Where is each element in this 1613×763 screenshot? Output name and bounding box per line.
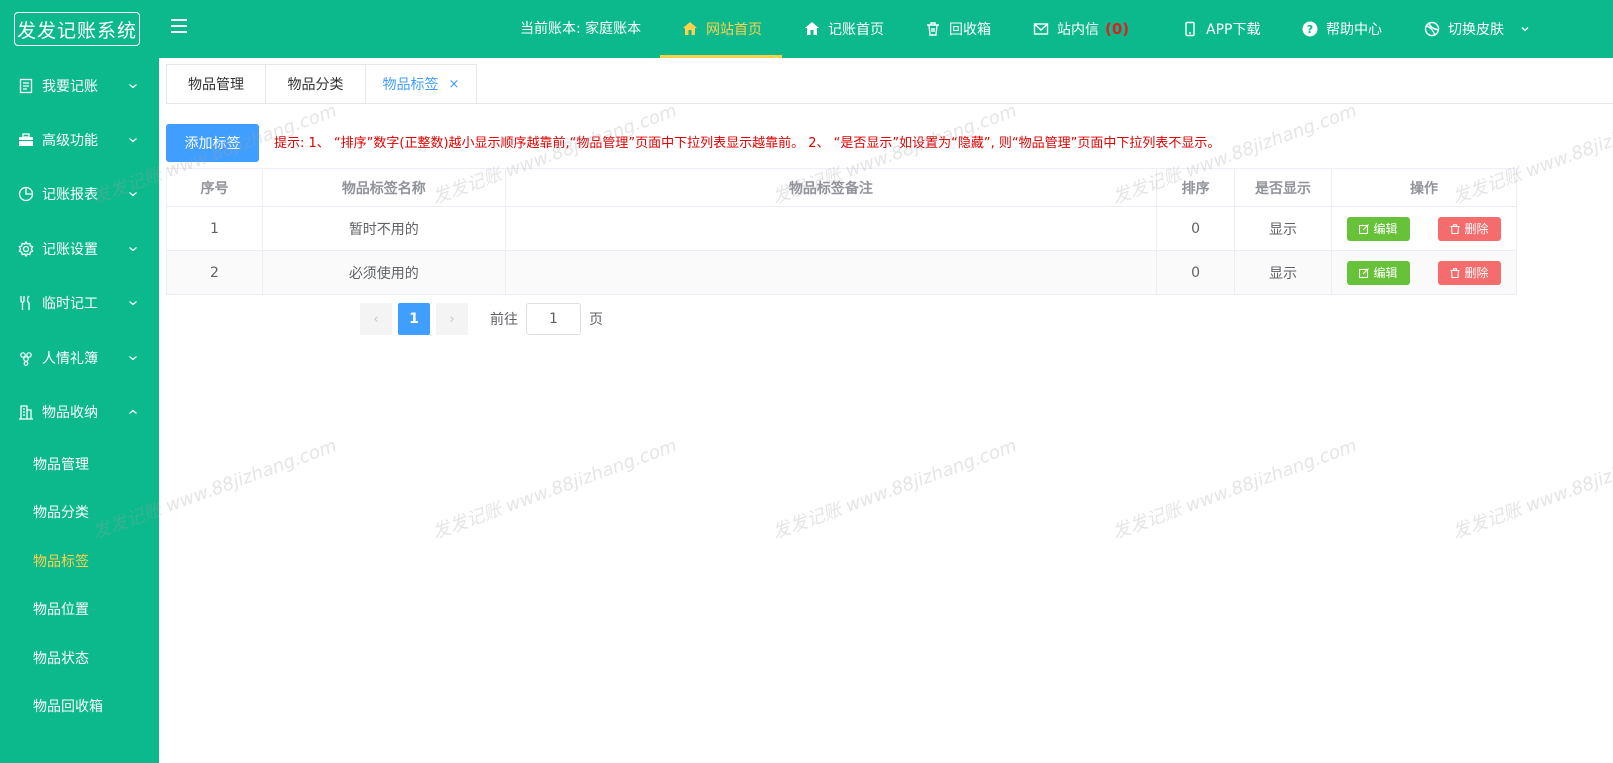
col-header-ops: 操作 <box>1330 168 1518 207</box>
edit-icon <box>1359 267 1370 278</box>
home-icon <box>804 21 820 37</box>
cell-name: 必须使用的 <box>261 250 506 295</box>
delete-button[interactable]: 删除 <box>1438 216 1501 241</box>
svg-text:?: ? <box>1307 23 1313 36</box>
tab-bar: 物品管理 物品分类 物品标签 × <box>166 64 477 104</box>
tab-divider <box>166 103 1613 104</box>
chevron-down-icon <box>128 189 138 199</box>
app-logo[interactable]: 发发记账系统 <box>14 12 140 46</box>
cell-name: 暂时不用的 <box>261 206 506 251</box>
chevron-down-icon <box>1520 24 1530 34</box>
cell-show: 显示 <box>1234 206 1332 251</box>
cell-no: 1 <box>166 206 263 251</box>
tag-table: 序号 物品标签名称 物品标签备注 排序 是否显示 操作 1 暂时不用的 0 显示… <box>166 168 1518 295</box>
edit-icon <box>1359 223 1370 234</box>
col-header-name: 物品标签名称 <box>261 168 506 207</box>
nav-site-home[interactable]: 网站首页 <box>660 0 782 58</box>
tab-item-category[interactable]: 物品分类 <box>265 64 365 104</box>
close-icon[interactable]: × <box>449 77 460 92</box>
watermark: 发发记账 www.88jizhang.com <box>1109 435 1360 544</box>
sidebar-item-item-location[interactable]: 物品位置 <box>0 589 159 629</box>
cell-show: 显示 <box>1234 250 1332 295</box>
palette-icon <box>1424 21 1440 37</box>
delete-button[interactable]: 删除 <box>1438 260 1501 285</box>
watermark: 发发记账 www.88jizhang.com <box>1449 435 1613 544</box>
fork-knife-icon <box>18 295 34 311</box>
nav-app-download[interactable]: APP下载 <box>1182 0 1260 58</box>
gear-icon <box>18 241 34 257</box>
table-row: 1 暂时不用的 0 显示 编辑 删除 <box>166 206 1518 251</box>
phone-icon <box>1182 21 1198 37</box>
edit-button[interactable]: 编辑 <box>1346 260 1410 285</box>
edit-button[interactable]: 编辑 <box>1346 216 1410 241</box>
sidebar-menu-storage[interactable]: 物品收纳 <box>0 392 159 432</box>
sidebar-item-item-category[interactable]: 物品分类 <box>0 492 159 532</box>
sidebar-menu-temp-work[interactable]: 临时记工 <box>0 283 159 323</box>
trash-icon <box>1450 267 1460 278</box>
sidebar-menu-report[interactable]: 记账报表 <box>0 174 159 214</box>
chevron-up-icon <box>128 407 138 417</box>
sidebar-menu-gift-book[interactable]: 人情礼簿 <box>0 338 159 378</box>
mail-icon <box>1033 21 1049 37</box>
sidebar-item-item-manage[interactable]: 物品管理 <box>0 444 159 484</box>
chevron-down-icon <box>128 298 138 308</box>
nav-help-center[interactable]: ? 帮助中心 <box>1302 0 1382 58</box>
trash-icon <box>1450 223 1460 234</box>
table-header-row: 序号 物品标签名称 物品标签备注 排序 是否显示 操作 <box>166 168 1518 207</box>
cell-ops: 编辑 删除 <box>1330 250 1518 295</box>
chevron-down-icon <box>128 353 138 363</box>
cell-note <box>504 250 1158 295</box>
tab-item-tag[interactable]: 物品标签 × <box>365 64 477 104</box>
trash-icon <box>925 21 941 37</box>
pagination: ‹ 1 › 前往 1 页 <box>360 303 603 335</box>
sidebar: 我要记账 高级功能 记账报表 记账设置 临时记工 人情礼簿 物品收纳 物品管理 … <box>0 58 159 763</box>
menu-toggle-icon[interactable] <box>171 19 187 33</box>
hint-text: 提示: 1、 “排序”数字(正整数)越小显示顺序越靠前,“物品管理”页面中下拉列… <box>274 136 1221 151</box>
top-header: 发发记账系统 当前账本: 家庭账本 网站首页 记账首页 回收箱 站内信 (0) … <box>0 0 1613 58</box>
goto-label: 前往 <box>490 312 518 328</box>
table-row: 2 必须使用的 0 显示 编辑 删除 <box>166 250 1518 295</box>
nav-messages[interactable]: 站内信 (0) <box>1033 0 1129 58</box>
chevron-down-icon <box>128 135 138 145</box>
current-account: 当前账本: 家庭账本 <box>520 21 642 37</box>
sidebar-item-item-tag[interactable]: 物品标签 <box>0 541 159 581</box>
cell-note <box>504 206 1158 251</box>
cell-no: 2 <box>166 250 263 295</box>
pie-chart-icon <box>18 186 34 202</box>
page-number-current[interactable]: 1 <box>398 303 430 335</box>
sidebar-item-item-status[interactable]: 物品状态 <box>0 638 159 678</box>
watermark: 发发记账 www.88jizhang.com <box>429 435 680 544</box>
watermark: 发发记账 www.88jizhang.com <box>769 435 1020 544</box>
col-header-no: 序号 <box>166 168 263 207</box>
cell-sort: 0 <box>1156 250 1236 295</box>
add-tag-button[interactable]: 添加标签 <box>166 124 259 162</box>
col-header-sort: 排序 <box>1156 168 1236 207</box>
sidebar-menu-record[interactable]: 我要记账 <box>0 66 159 106</box>
prev-page-button[interactable]: ‹ <box>360 303 392 335</box>
page-unit-label: 页 <box>589 312 603 328</box>
grapes-icon <box>18 350 34 366</box>
cell-ops: 编辑 删除 <box>1330 206 1518 251</box>
nav-switch-skin[interactable]: 切换皮肤 <box>1424 0 1530 58</box>
goto-page-input[interactable]: 1 <box>526 303 581 335</box>
message-count-badge: (0) <box>1105 20 1130 38</box>
home-icon <box>682 21 698 37</box>
next-page-button[interactable]: › <box>436 303 468 335</box>
nav-recycle-bin[interactable]: 回收箱 <box>925 0 991 58</box>
document-icon <box>18 78 34 94</box>
help-icon: ? <box>1302 21 1318 37</box>
building-icon <box>18 404 34 420</box>
sidebar-item-item-recycle[interactable]: 物品回收箱 <box>0 686 159 726</box>
col-header-note: 物品标签备注 <box>504 168 1158 207</box>
briefcase-icon <box>18 132 34 148</box>
chevron-down-icon <box>128 244 138 254</box>
cell-sort: 0 <box>1156 206 1236 251</box>
chevron-down-icon <box>128 81 138 91</box>
sidebar-menu-settings[interactable]: 记账设置 <box>0 229 159 269</box>
sidebar-menu-advanced[interactable]: 高级功能 <box>0 120 159 160</box>
nav-ledger-home[interactable]: 记账首页 <box>804 0 884 58</box>
col-header-show: 是否显示 <box>1234 168 1332 207</box>
tab-item-manage[interactable]: 物品管理 <box>166 64 265 104</box>
